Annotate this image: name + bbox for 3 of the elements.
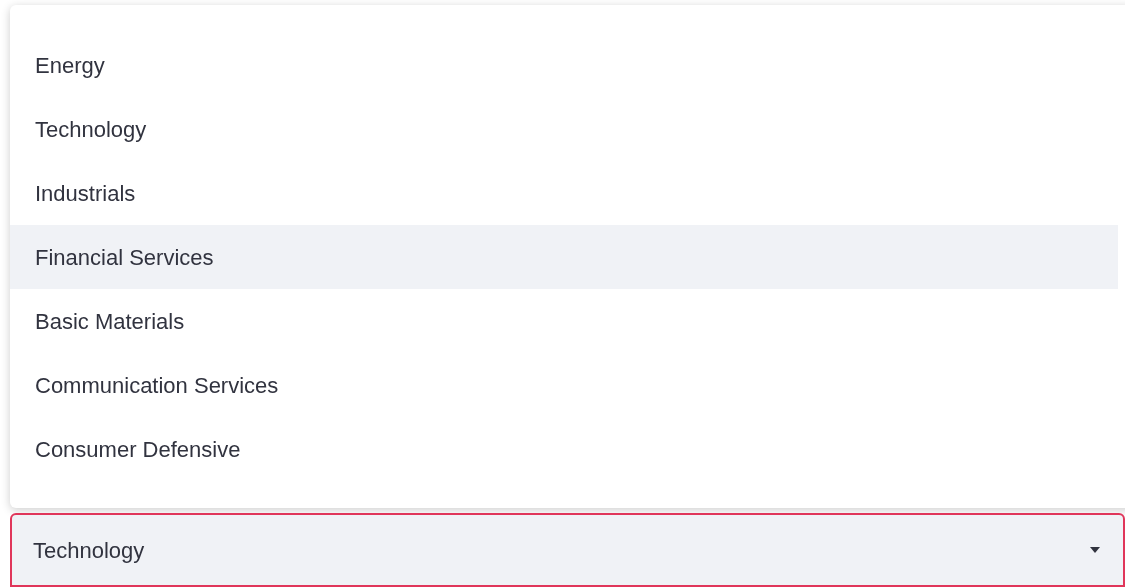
select-field[interactable]: Technology bbox=[10, 513, 1125, 587]
menu-item[interactable]: Financial Services bbox=[10, 225, 1118, 289]
caret-icon bbox=[1089, 546, 1101, 554]
